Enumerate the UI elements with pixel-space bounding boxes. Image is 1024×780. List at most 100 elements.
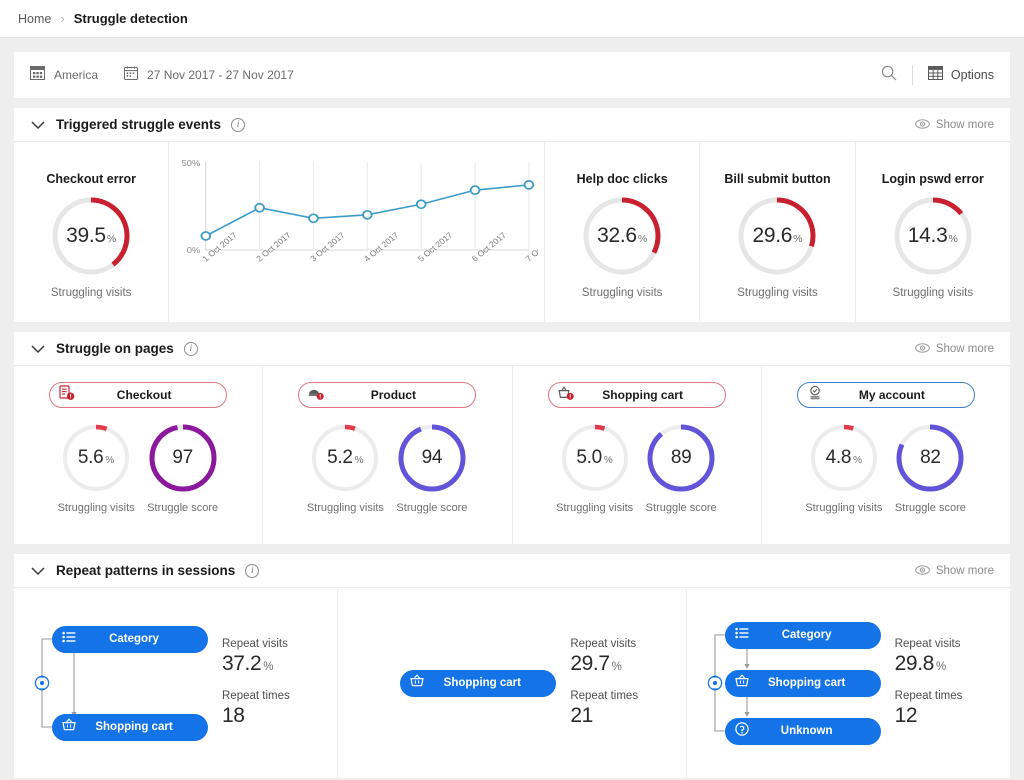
- gauge-value: 5.6: [78, 447, 104, 469]
- repeat-stats: Repeat visits 29.7% Repeat times 21: [570, 638, 638, 728]
- gauge-value-group: 32.6 %: [580, 194, 664, 278]
- flow-node-label: Unknown: [757, 725, 871, 737]
- struggling-visits-gauge: 39.5 %: [49, 194, 133, 278]
- score-value: 89: [671, 447, 692, 469]
- toolbar-divider: [912, 65, 913, 85]
- gauge-caption: Struggling visits: [805, 502, 882, 514]
- table-icon: [928, 66, 943, 85]
- page-card-product: Product 5.2 %: [263, 366, 512, 544]
- filter-bar: America 27 Nov 2017 -: [14, 52, 1010, 98]
- search-button[interactable]: [881, 65, 897, 86]
- gauge-caption: Struggling visits: [556, 502, 633, 514]
- struggling-visits-gauge: 32.6 %: [580, 194, 664, 278]
- gauge-value-group: 14.3 %: [891, 194, 975, 278]
- gauge-value: 5.2: [327, 447, 353, 469]
- page-card-checkout: Checkout 5.6 %: [14, 366, 263, 544]
- struggle-score-gauge: 82: [894, 422, 966, 494]
- repeat-visits-stat: Repeat visits 29.7%: [570, 638, 638, 676]
- score-value-group: 97: [147, 422, 219, 494]
- show-more-pages[interactable]: Show more: [915, 340, 994, 358]
- event-title: Login pswd error: [882, 172, 984, 186]
- struggling-visits-gauge: 29.6 %: [735, 194, 819, 278]
- score-value-group: 89: [645, 422, 717, 494]
- repeat-visits-unit: %: [263, 661, 273, 673]
- section-header-repeat: Repeat patterns in sessions i Show more: [14, 554, 1010, 588]
- score-value: 82: [920, 447, 941, 469]
- score-value: 97: [172, 447, 193, 469]
- flow-node-shopping-cart[interactable]: Shopping cart: [400, 670, 556, 697]
- date-range-filter[interactable]: 27 Nov 2017 - 27 Nov 2017: [124, 66, 294, 85]
- show-more-events[interactable]: Show more: [915, 116, 994, 134]
- info-icon[interactable]: i: [245, 564, 259, 578]
- flow-node-label: Shopping cart: [432, 677, 546, 689]
- repeat-visits-value-group: 29.7%: [570, 652, 638, 676]
- gauge-unit: %: [107, 233, 116, 245]
- page-gauges: 5.2 % Struggling visits: [307, 422, 468, 514]
- breadcrumb-home-link[interactable]: Home: [18, 12, 51, 26]
- gauge-value-group: 29.6 %: [735, 194, 819, 278]
- repeat-stats: Repeat visits 37.2% Repeat times 18: [222, 638, 290, 728]
- struggle-score-gauge: 94: [396, 422, 468, 494]
- score-caption: Struggle score: [147, 502, 218, 514]
- flow-node-label: Category: [757, 629, 871, 641]
- show-more-repeat[interactable]: Show more: [915, 562, 994, 580]
- line-chart: 50%0%1 Oct 20172 Oct 20173 Oct 20174 Oct…: [175, 152, 538, 302]
- score-caption: Struggle score: [895, 502, 966, 514]
- breadcrumb: Home › Struggle detection: [0, 0, 1024, 38]
- gauge-unit: %: [604, 455, 613, 466]
- repeat-times-label: Repeat times: [570, 690, 638, 702]
- flow-node-category[interactable]: Category: [52, 626, 208, 653]
- repeat-stats: Repeat visits 29.8% Repeat times 12: [895, 638, 963, 728]
- svg-text:50%: 50%: [182, 158, 201, 168]
- gauge-caption: Struggling visits: [893, 287, 974, 299]
- page-gauges: 5.0 % Struggling visits: [556, 422, 717, 514]
- svg-text:0%: 0%: [187, 245, 201, 255]
- trend-line-chart-cell: 50%0%1 Oct 20172 Oct 20173 Oct 20174 Oct…: [169, 142, 545, 322]
- flow-node-label: Shopping cart: [757, 677, 871, 689]
- gauge-unit: %: [793, 233, 802, 245]
- struggling-visits-gauge: 14.3 %: [891, 194, 975, 278]
- struggling-visits-col: 5.2 % Struggling visits: [307, 422, 384, 514]
- flow-node-category[interactable]: Category: [725, 622, 881, 649]
- repeat-visits-value-group: 37.2%: [222, 652, 290, 676]
- repeat-times-label: Repeat times: [895, 690, 963, 702]
- gauge-caption: Struggling visits: [582, 287, 663, 299]
- repeat-pattern-1: Shopping cart Repeat visits 29.7% Repeat…: [338, 588, 686, 778]
- chevron-down-icon[interactable]: [30, 566, 46, 576]
- flow-node-label: Shopping cart: [84, 721, 198, 733]
- region-filter[interactable]: America: [30, 66, 98, 85]
- page-gauges: 5.6 % Struggling visits: [58, 422, 219, 514]
- pages-row: Checkout 5.6 %: [14, 366, 1010, 544]
- page-pill-shopping-cart[interactable]: Shopping cart: [548, 382, 726, 408]
- event-card-3: Login pswd error 14.3 % Struggling visit…: [856, 142, 1010, 322]
- struggle-score-gauge: 97: [147, 422, 219, 494]
- struggling-visits-col: 5.6 % Struggling visits: [58, 422, 135, 514]
- flow-node-shopping-cart[interactable]: Shopping cart: [52, 714, 208, 741]
- event-card-0: Checkout error 39.5 % Struggling visits: [14, 142, 169, 322]
- show-more-label: Show more: [936, 343, 994, 355]
- event-title: Checkout error: [46, 172, 136, 186]
- repeat-visits-unit: %: [936, 661, 946, 673]
- info-icon[interactable]: i: [231, 118, 245, 132]
- page-pill-label: Shopping cart: [582, 388, 716, 402]
- chevron-down-icon[interactable]: [30, 344, 46, 354]
- chevron-down-icon[interactable]: [30, 120, 46, 130]
- struggle-on-pages-panel: Struggle on pages i Show more: [14, 332, 1010, 544]
- repeat-times-stat: Repeat times 21: [570, 690, 638, 728]
- page-pill-checkout[interactable]: Checkout: [49, 382, 227, 408]
- flow-node-gap: [725, 649, 881, 670]
- options-button[interactable]: Options: [928, 66, 994, 85]
- flow-node-shopping-cart[interactable]: Shopping cart: [725, 670, 881, 697]
- repeat-pattern-0: Category: [14, 588, 338, 778]
- basket-icon: [735, 674, 749, 692]
- page-pill-product[interactable]: Product: [298, 382, 476, 408]
- gauge-caption: Struggling visits: [58, 502, 135, 514]
- flow-node-unknown[interactable]: Unknown: [725, 718, 881, 745]
- account-check-icon: [807, 385, 823, 406]
- section-title-repeat: Repeat patterns in sessions: [56, 563, 235, 578]
- gauge-caption: Struggling visits: [737, 287, 818, 299]
- score-value-group: 94: [396, 422, 468, 494]
- info-icon[interactable]: i: [184, 342, 198, 356]
- gauge-value: 32.6: [597, 224, 637, 248]
- page-pill-my-account[interactable]: My account: [797, 382, 975, 408]
